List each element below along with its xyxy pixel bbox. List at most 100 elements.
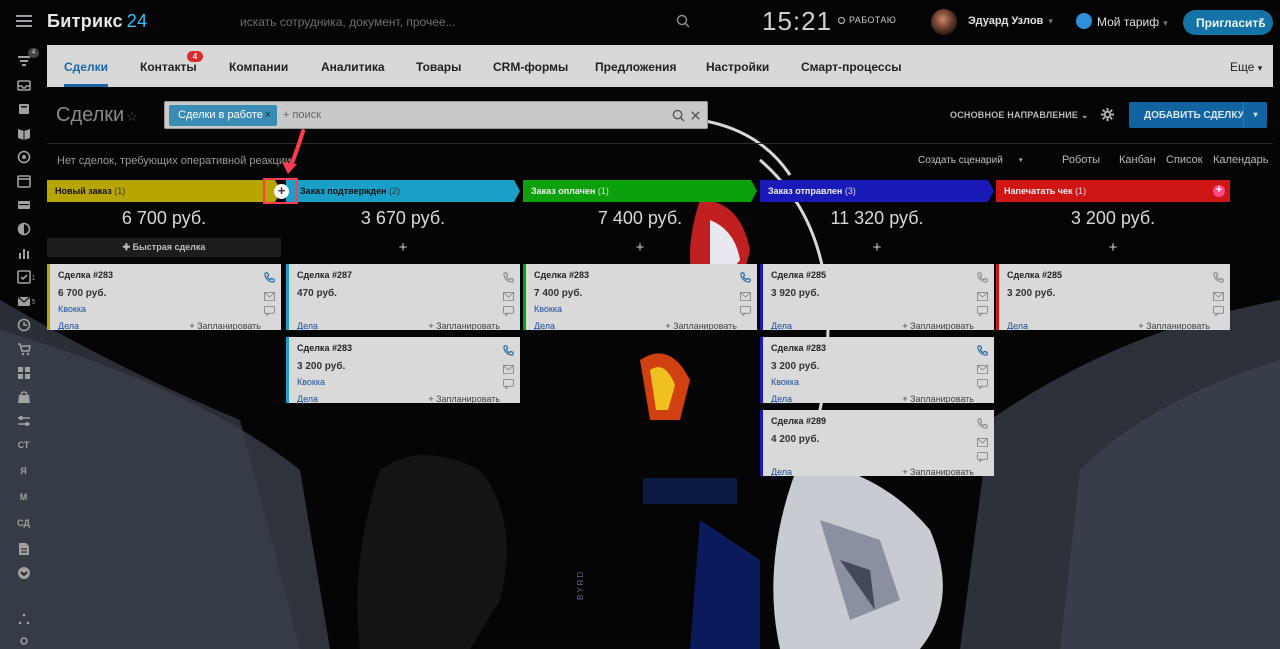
schedule-link[interactable]: + Запланировать bbox=[902, 394, 974, 404]
apps-icon[interactable] bbox=[15, 366, 32, 380]
mail-icon[interactable] bbox=[503, 361, 514, 374]
filter-placeholder[interactable]: + поиск bbox=[283, 109, 321, 121]
chart-icon[interactable] bbox=[15, 246, 32, 260]
tab-quotes[interactable]: Предложения bbox=[595, 45, 677, 87]
view-kanban[interactable]: Канбан bbox=[1119, 154, 1156, 166]
deal-contact[interactable]: Квокка bbox=[771, 377, 799, 387]
search-icon[interactable] bbox=[672, 109, 685, 122]
phone-icon[interactable] bbox=[977, 343, 988, 356]
deal-activities[interactable]: Дела bbox=[771, 467, 792, 477]
deal-card[interactable]: Сделка #285 3 920 руб. Дела + Запланировать bbox=[760, 264, 994, 331]
chat-icon[interactable] bbox=[977, 303, 988, 317]
schedule-link[interactable]: + Запланировать bbox=[902, 321, 974, 331]
mail-icon[interactable] bbox=[977, 434, 988, 447]
add-deal-plus[interactable]: + bbox=[760, 238, 994, 257]
phone-icon[interactable] bbox=[977, 416, 988, 429]
chat-icon[interactable] bbox=[740, 303, 751, 317]
deal-title[interactable]: Сделка #283 bbox=[297, 343, 352, 353]
tab-products[interactable]: Товары bbox=[416, 45, 461, 87]
work-status[interactable]: РАБОТАЮ bbox=[838, 15, 896, 25]
gear-icon[interactable] bbox=[15, 634, 32, 648]
mail-icon[interactable] bbox=[1213, 288, 1224, 301]
schedule-link[interactable]: + Запланировать bbox=[1138, 321, 1210, 331]
add-deal-plus[interactable]: + bbox=[996, 238, 1230, 257]
deal-card[interactable]: Сделка #287 470 руб. Дела + Запланировать bbox=[286, 264, 520, 331]
deal-activities[interactable]: Дела bbox=[771, 394, 792, 404]
mail-icon[interactable] bbox=[264, 288, 275, 301]
sidebar-item-st[interactable]: СТ bbox=[15, 438, 32, 452]
schedule-link[interactable]: + Запланировать bbox=[665, 321, 737, 331]
column-header[interactable]: Заказ подтвержден (2) bbox=[286, 180, 520, 202]
phone-icon[interactable] bbox=[977, 270, 988, 283]
tab-more[interactable]: Еще ▾ bbox=[1230, 45, 1262, 87]
deal-title[interactable]: Сделка #285 bbox=[1007, 270, 1062, 280]
phone-icon[interactable] bbox=[503, 343, 514, 356]
settings-sliders-icon[interactable] bbox=[15, 414, 32, 428]
add-icon[interactable]: + bbox=[1213, 185, 1225, 197]
deal-activities[interactable]: Дела bbox=[534, 321, 555, 331]
deal-card[interactable]: Сделка #283 3 200 руб. Квокка Дела + Заплани… bbox=[760, 337, 994, 404]
view-list[interactable]: Список bbox=[1166, 154, 1203, 166]
tab-settings[interactable]: Настройки bbox=[706, 45, 769, 87]
view-calendar[interactable]: Календарь bbox=[1213, 154, 1269, 166]
target-icon[interactable] bbox=[15, 150, 32, 164]
pipeline-selector[interactable]: ОСНОВНОЕ НАПРАВЛЕНИЕ ⌄ bbox=[950, 110, 1089, 121]
column-header[interactable]: Заказ отправлен (3) bbox=[760, 180, 994, 202]
mail-icon[interactable] bbox=[977, 288, 988, 301]
tab-crm-forms[interactable]: CRM-формы bbox=[493, 45, 568, 87]
drive-icon[interactable] bbox=[15, 198, 32, 212]
sidebar-item-m[interactable]: М bbox=[15, 490, 32, 504]
logo[interactable]: Битрикс 24 bbox=[47, 11, 147, 32]
deal-card[interactable]: Сделка #283 3 200 руб. Квокка Дела + Заплани… bbox=[286, 337, 520, 404]
add-deal-plus[interactable]: + bbox=[286, 238, 520, 257]
phone-icon[interactable] bbox=[264, 270, 275, 283]
deal-contact[interactable]: Квокка bbox=[297, 377, 325, 387]
deal-title[interactable]: Сделка #289 bbox=[771, 416, 826, 426]
sitemap-icon[interactable] bbox=[15, 612, 32, 626]
schedule-link[interactable]: + Запланировать bbox=[902, 467, 974, 477]
deal-activities[interactable]: Дела bbox=[1007, 321, 1028, 331]
deal-activities[interactable]: Дела bbox=[771, 321, 792, 331]
document-icon[interactable] bbox=[15, 542, 32, 556]
deal-title[interactable]: Сделка #285 bbox=[771, 270, 826, 280]
phone-icon[interactable] bbox=[740, 270, 751, 283]
chat-icon[interactable] bbox=[977, 376, 988, 390]
mail-icon[interactable] bbox=[503, 288, 514, 301]
avatar[interactable] bbox=[931, 9, 957, 35]
invite-button[interactable]: Пригласить ▾ bbox=[1183, 10, 1273, 35]
mail-icon[interactable] bbox=[740, 288, 751, 301]
filter-chip[interactable]: Сделки в работе × bbox=[169, 105, 277, 126]
column-header[interactable]: Новый заказ (1) bbox=[47, 180, 281, 202]
add-deal-button[interactable]: ДОБАВИТЬ СДЕЛКУ ▾ bbox=[1129, 102, 1267, 128]
filter-search[interactable]: Сделки в работе × + поиск bbox=[164, 101, 708, 129]
deal-card[interactable]: Сделка #285 3 200 руб. Дела + Запланировать bbox=[996, 264, 1230, 331]
schedule-link[interactable]: + Запланировать bbox=[428, 394, 500, 404]
search-icon[interactable] bbox=[676, 14, 690, 28]
deal-card[interactable]: Сделка #283 6 700 руб. Квокка Дела + Заплани… bbox=[47, 264, 281, 331]
deal-activities[interactable]: Дела bbox=[297, 321, 318, 331]
deal-contact[interactable]: Квокка bbox=[58, 304, 86, 314]
add-stage-highlight[interactable]: + bbox=[263, 178, 298, 204]
close-icon[interactable]: × bbox=[265, 105, 271, 126]
tab-companies[interactable]: Компании bbox=[229, 45, 288, 87]
deal-card[interactable]: Сделка #283 7 400 руб. Квокка Дела + Заплани… bbox=[523, 264, 757, 331]
expand-down-icon[interactable] bbox=[15, 566, 32, 580]
gear-icon[interactable] bbox=[1100, 107, 1115, 122]
chat-icon[interactable] bbox=[503, 376, 514, 390]
add-deal-plus[interactable]: + bbox=[523, 238, 757, 257]
deal-title[interactable]: Сделка #283 bbox=[771, 343, 826, 353]
chat-icon[interactable] bbox=[1213, 303, 1224, 317]
star-icon[interactable]: ☆ bbox=[126, 109, 138, 124]
deal-title[interactable]: Сделка #283 bbox=[58, 270, 113, 280]
user-menu[interactable]: Эдуард Узлов ▾ bbox=[968, 15, 1053, 27]
mail-icon[interactable] bbox=[977, 361, 988, 374]
deal-title[interactable]: Сделка #283 bbox=[534, 270, 589, 280]
deal-contact[interactable]: Квокка bbox=[534, 304, 562, 314]
view-robots[interactable]: Роботы bbox=[1062, 154, 1100, 166]
tab-analytics[interactable]: Аналитика bbox=[321, 45, 385, 87]
menu-icon[interactable] bbox=[16, 15, 32, 27]
phone-icon[interactable] bbox=[1213, 270, 1224, 283]
chevron-down-icon[interactable]: ▾ bbox=[1243, 102, 1267, 128]
chat-icon[interactable] bbox=[503, 303, 514, 317]
close-icon[interactable] bbox=[689, 109, 702, 122]
